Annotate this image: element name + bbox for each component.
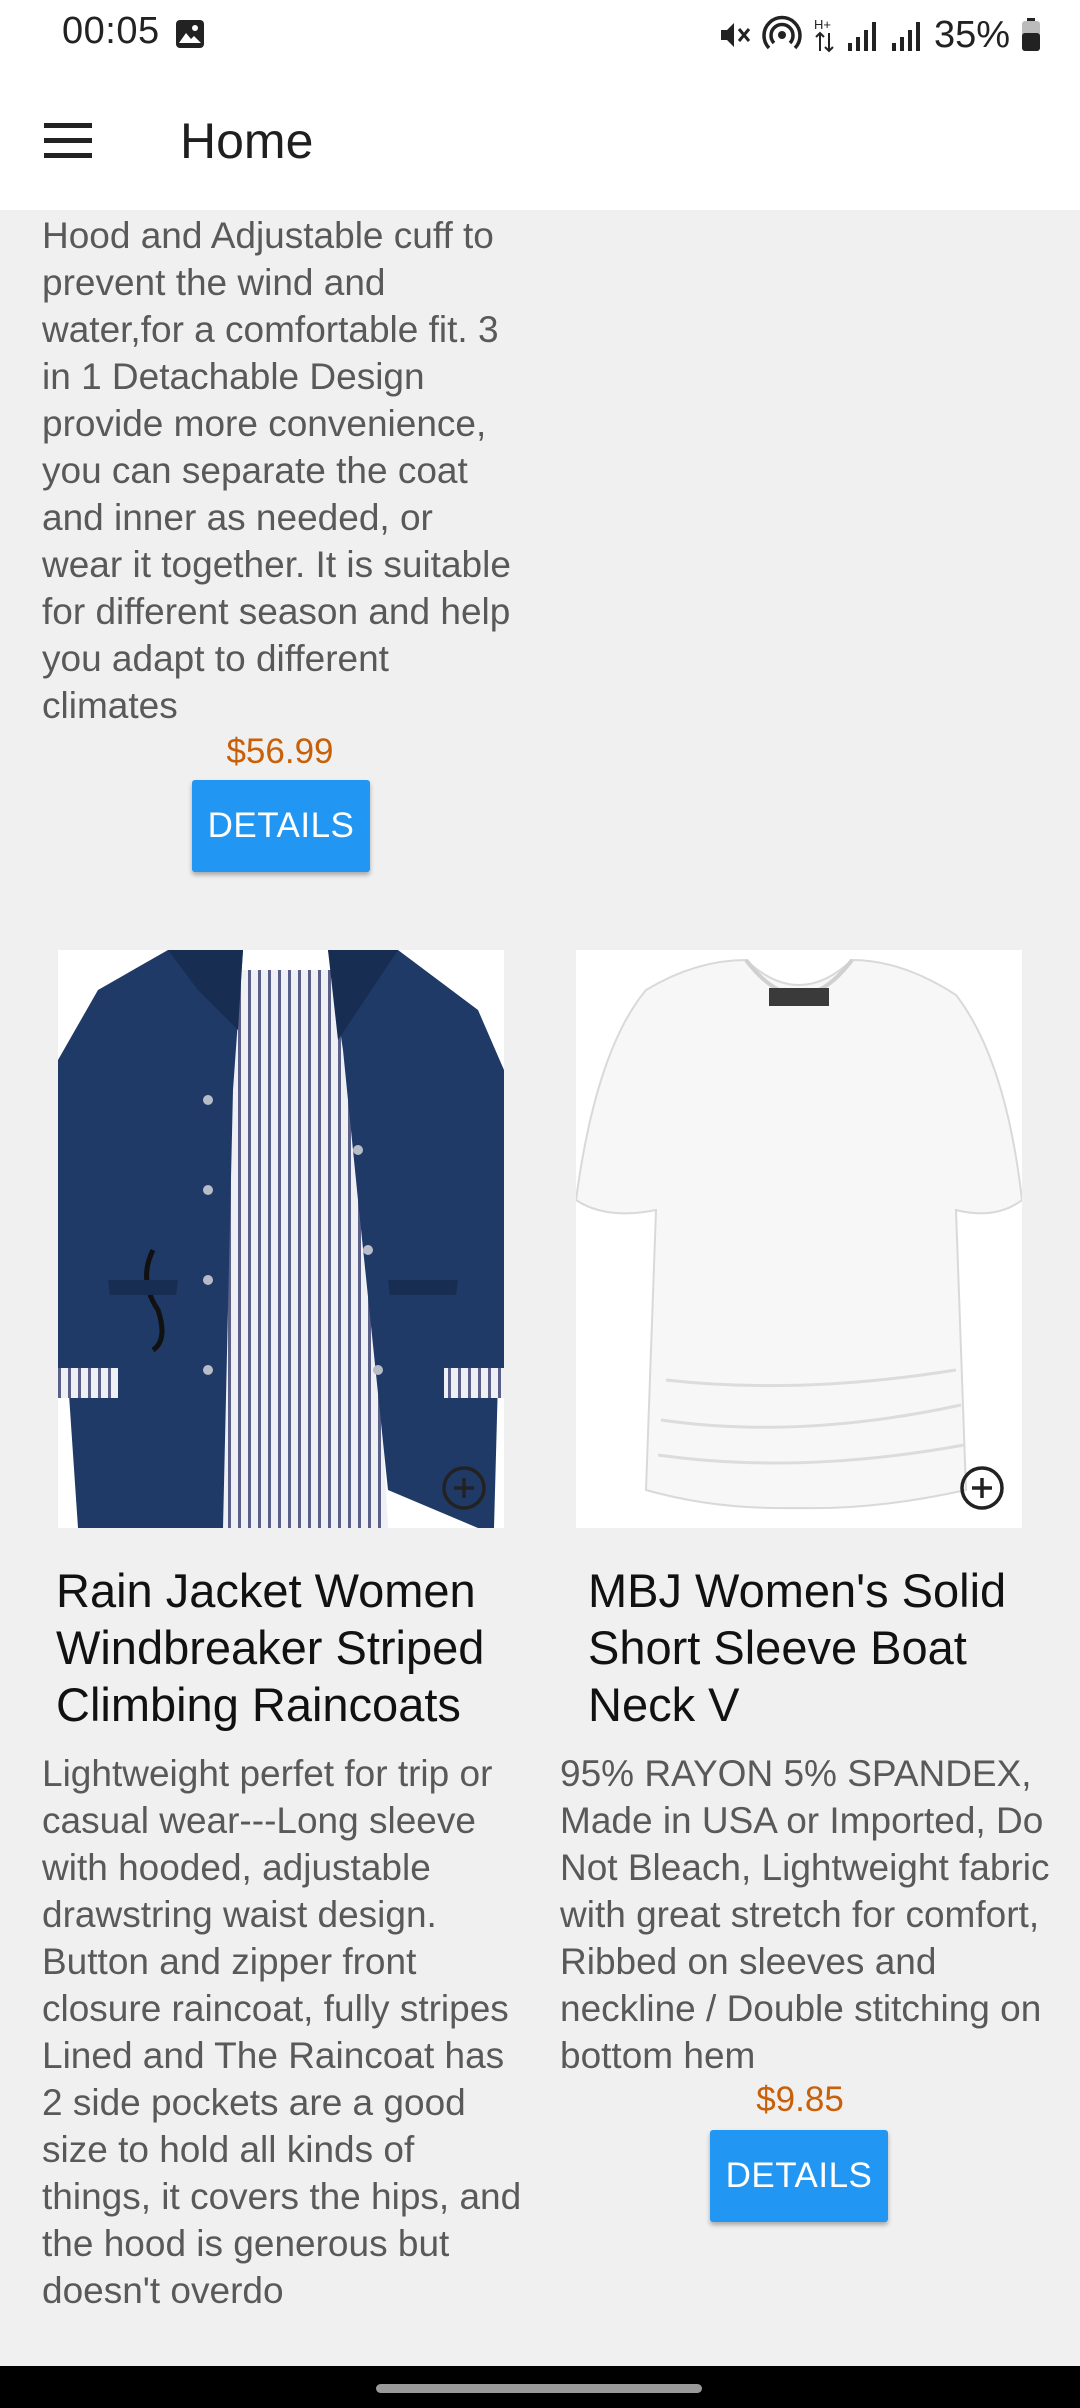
product-grid[interactable]: Hood and Adjustable cuff to prevent the …: [0, 210, 1080, 2365]
product-description: 95% RAYON 5% SPANDEX, Made in USA or Imp…: [560, 1753, 1050, 2076]
tshirt-image: [576, 950, 1022, 1528]
gallery-icon: [176, 20, 204, 48]
product-description: Lightweight perfet for trip or casual we…: [42, 1753, 522, 2311]
app-bar: Home: [0, 72, 1080, 210]
status-icons: H+ 35%: [716, 10, 1042, 60]
svg-text:H+: H+: [814, 17, 831, 32]
navigation-bar: [0, 2366, 1080, 2408]
home-gesture-handle[interactable]: [376, 2384, 702, 2393]
details-button[interactable]: DETAILS: [192, 780, 370, 872]
signal-icon: [847, 22, 876, 51]
raincoat-image: [58, 950, 504, 1528]
product-price: $56.99: [226, 732, 334, 771]
product-card: Rain Jacket Women Windbreaker Striped Cl…: [0, 950, 540, 2365]
battery-icon: [1022, 18, 1040, 51]
status-bar: 00:05 H+ 35%: [0, 0, 1080, 72]
hotspot-icon: [762, 15, 802, 50]
product-title: Rain Jacket Women Windbreaker Striped Cl…: [56, 1564, 485, 1731]
add-icon[interactable]: [440, 1464, 488, 1512]
product-card: Hood and Adjustable cuff to prevent the …: [0, 210, 540, 900]
product-image[interactable]: [58, 950, 504, 1528]
product-card: MBJ Women's Solid Short Sleeve Boat Neck…: [540, 950, 1080, 2365]
add-icon[interactable]: [958, 1464, 1006, 1512]
battery-percent: 35%: [933, 13, 1010, 56]
mute-icon: [720, 23, 751, 47]
hamburger-menu-icon[interactable]: [44, 121, 92, 161]
product-title: MBJ Women's Solid Short Sleeve Boat Neck…: [588, 1564, 1007, 1731]
status-time: 00:05: [62, 10, 160, 52]
details-button[interactable]: DETAILS: [710, 2130, 888, 2222]
page-title: Home: [180, 113, 314, 169]
data-arrows-icon: H+: [814, 17, 834, 53]
product-price: $9.85: [756, 2080, 844, 2119]
product-image[interactable]: [576, 950, 1022, 1528]
product-description: Hood and Adjustable cuff to prevent the …: [42, 215, 511, 726]
signal-icon: [891, 22, 920, 51]
